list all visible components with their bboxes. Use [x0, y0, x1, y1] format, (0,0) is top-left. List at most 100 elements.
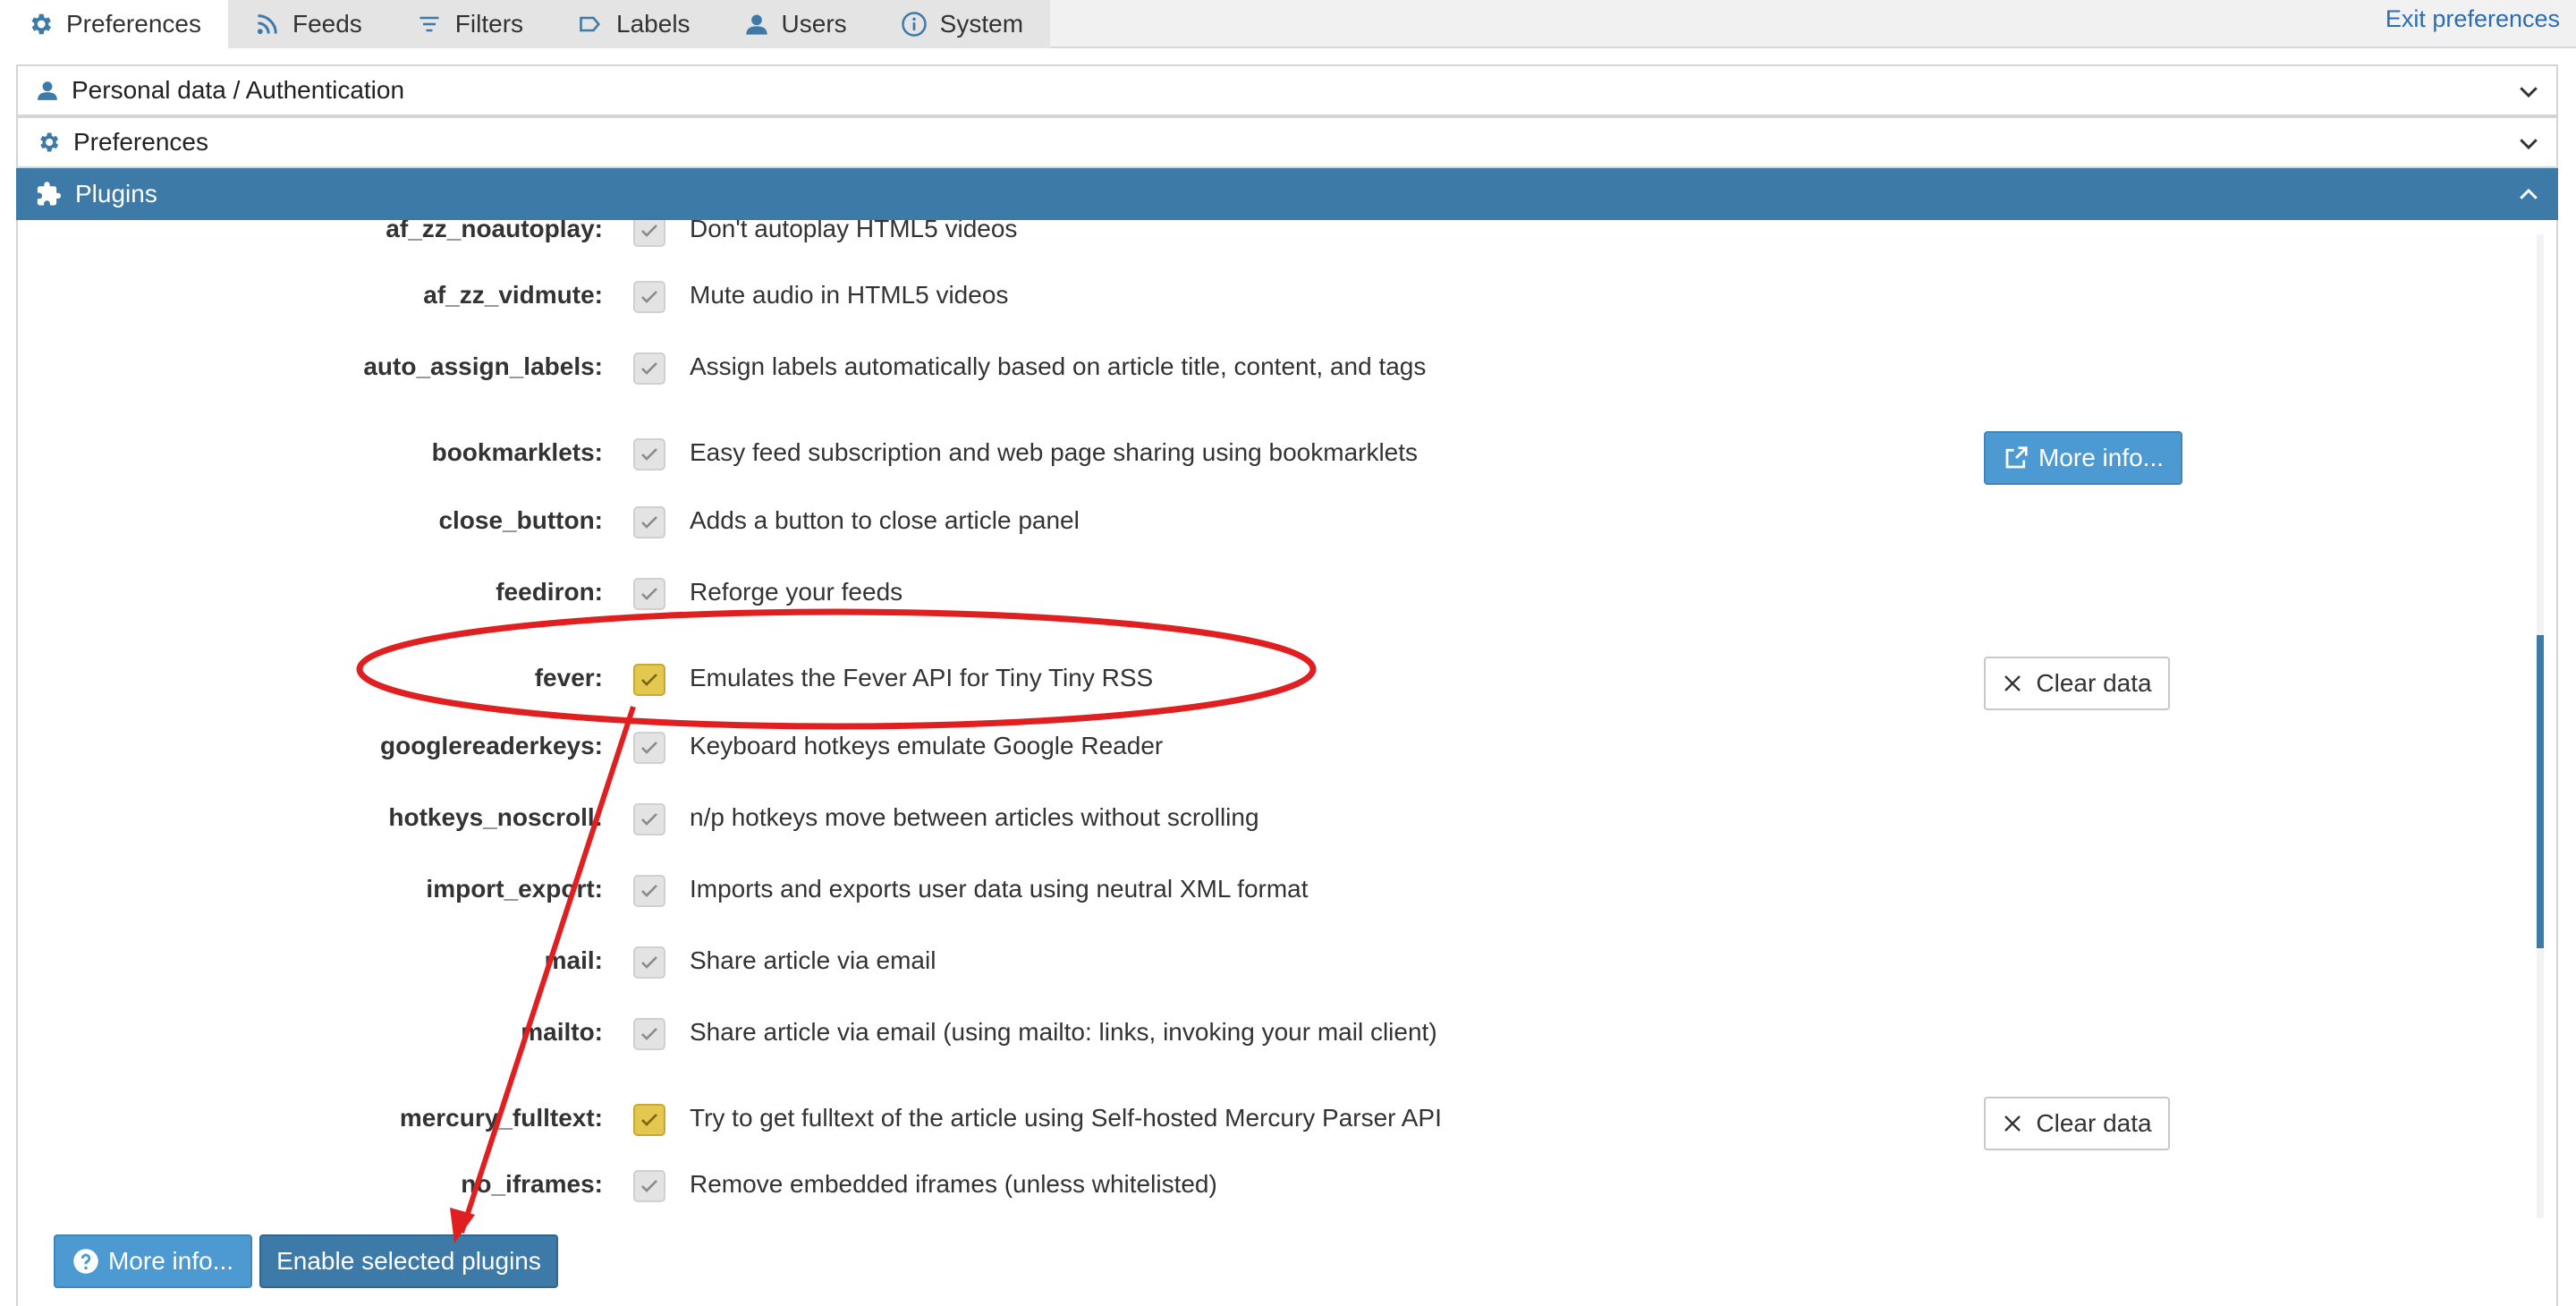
check-icon [641, 956, 657, 969]
plugin-row: close_button: Adds a button to close arti… [18, 496, 2504, 549]
plugin-description: Try to get fulltext of the article using… [690, 1104, 1442, 1132]
gear-icon [36, 130, 61, 155]
plugin-checkbox[interactable] [633, 506, 665, 539]
accordion-plugins[interactable]: Plugins [16, 168, 2558, 220]
plugin-name: no_iframes: [461, 1170, 603, 1198]
plugin-row: hotkeys_noscroll: n/p hotkeys move betwee… [18, 793, 2504, 846]
plugin-description: Easy feed subscription and web page shar… [690, 438, 1419, 466]
bookmarklets-more-info-button[interactable]: More info... [1984, 431, 2182, 485]
check-icon [641, 362, 657, 375]
accordion-preferences[interactable]: Preferences [16, 116, 2558, 168]
plugin-name: mailto: [521, 1018, 603, 1046]
button-label: Clear data [2036, 669, 2152, 697]
plugin-row: mailto: Share article via email (using ma… [18, 1007, 2504, 1061]
tab-label: Filters [454, 10, 524, 38]
plugin-row: no_iframes: Remove embedded iframes (unle… [18, 1159, 2504, 1213]
accordion-label: Preferences [73, 128, 208, 156]
fever-clear-data-button[interactable]: Clear data [1984, 657, 2170, 710]
check-icon [641, 1180, 657, 1192]
plugin-description: Adds a button to close article panel [690, 506, 1080, 534]
plugin-description: Keyboard hotkeys emulate Google Reader [690, 732, 1164, 759]
tab-users[interactable]: Users [716, 0, 874, 48]
tab-label: System [939, 10, 1024, 38]
check-icon [641, 885, 657, 897]
plugin-description: n/p hotkeys move between articles withou… [690, 803, 1259, 831]
plugin-row: googlereaderkeys: Keyboard hotkeys emulat… [18, 721, 2504, 775]
tab-label: Feeds [292, 10, 362, 38]
plugins-panel: af_zz_noautoplay: Don't autoplay HTML5 vi… [16, 220, 2558, 1306]
tab-filters[interactable]: Filters [388, 0, 551, 48]
check-icon [641, 588, 657, 600]
plugin-checkbox[interactable] [633, 1170, 665, 1202]
plugin-description: Emulates the Fever API for Tiny Tiny RSS [690, 664, 1154, 691]
plugin-checkbox[interactable] [633, 946, 665, 979]
plugin-name: googlereaderkeys: [380, 732, 603, 759]
tab-system[interactable]: System [873, 0, 1051, 48]
plugin-checkbox[interactable] [633, 578, 665, 610]
plugin-description: Mute audio in HTML5 videos [690, 281, 1009, 309]
plugin-checkbox[interactable] [633, 732, 665, 764]
check-icon [641, 291, 657, 303]
plugin-checkbox[interactable] [633, 438, 665, 471]
check-icon [641, 742, 657, 754]
plugin-name: feediron: [496, 578, 603, 606]
plugin-row: mail: Share article via email [18, 936, 2504, 989]
tab-label: Labels [616, 10, 691, 38]
help-icon [73, 1249, 98, 1274]
plugin-checkbox[interactable] [633, 875, 665, 907]
chevron-up-icon [2515, 182, 2542, 215]
plugin-name: close_button: [438, 506, 603, 534]
check-icon [641, 516, 657, 529]
plugin-description: Share article via email (using mailto: l… [690, 1018, 1437, 1046]
chevron-down-icon [2515, 130, 2542, 163]
accordion-personal-data[interactable]: Personal data / Authentication [16, 64, 2558, 116]
puzzle-icon [36, 181, 63, 208]
rss-icon [257, 14, 277, 35]
plugin-description: Assign labels automatically based on art… [690, 352, 1427, 380]
plugin-checkbox[interactable] [633, 1018, 665, 1050]
check-icon [641, 1028, 657, 1040]
plugin-checkbox[interactable] [633, 803, 665, 835]
plugin-name: import_export: [426, 875, 603, 903]
button-label: Clear data [2036, 1109, 2152, 1137]
tab-feeds[interactable]: Feeds [227, 0, 389, 48]
tab-preferences[interactable]: Preferences [0, 0, 228, 48]
plugin-name: hotkeys_noscroll: [388, 803, 603, 831]
check-icon [641, 225, 657, 237]
gear-icon [31, 13, 52, 35]
filter-icon [419, 16, 439, 32]
plugin-description: Reforge your feeds [690, 578, 903, 606]
user-icon [745, 14, 767, 35]
enable-selected-plugins-button[interactable]: Enable selected plugins [259, 1234, 558, 1288]
tab-labels[interactable]: Labels [550, 0, 717, 48]
plugin-row: af_zz_noautoplay: Don't autoplay HTML5 vi… [18, 220, 2504, 258]
tab-strip: Preferences Feeds Filters Labels Users S… [0, 0, 1051, 48]
plugin-checkbox[interactable] [633, 281, 665, 313]
accordion-label: Personal data / Authentication [72, 76, 405, 104]
plugin-row: import_export: Imports and exports user d… [18, 864, 2504, 918]
mercury-clear-data-button[interactable]: Clear data [1984, 1097, 2170, 1150]
plugin-checkbox[interactable] [633, 664, 665, 696]
plugin-name: fever: [534, 664, 603, 691]
button-label: Enable selected plugins [276, 1247, 541, 1275]
exit-preferences-link[interactable]: Exit preferences [2385, 5, 2560, 33]
plugin-checkbox[interactable] [633, 1104, 665, 1136]
tab-label: Preferences [66, 10, 201, 38]
scrollbar-thumb[interactable] [2537, 635, 2544, 948]
plugin-checkbox[interactable] [633, 352, 665, 385]
plugin-description: Share article via email [690, 946, 936, 974]
plugin-name: af_zz_noautoplay: [386, 220, 603, 242]
check-icon [641, 448, 657, 461]
plugin-description: Remove embedded iframes (unless whitelis… [690, 1170, 1217, 1198]
plugin-description: Imports and exports user data using neut… [690, 875, 1309, 903]
plugin-row: af_zz_vidmute: Mute audio in HTML5 videos [18, 270, 2504, 324]
external-link-icon [2005, 446, 2028, 469]
user-icon [36, 79, 59, 102]
plugins-more-info-button[interactable]: More info... [54, 1234, 252, 1288]
check-icon [641, 813, 657, 826]
plugin-description: Don't autoplay HTML5 videos [690, 220, 1018, 242]
chevron-down-icon [2515, 78, 2542, 111]
close-icon [2004, 675, 2021, 691]
plugin-checkbox[interactable] [633, 220, 665, 247]
label-icon [580, 16, 601, 32]
